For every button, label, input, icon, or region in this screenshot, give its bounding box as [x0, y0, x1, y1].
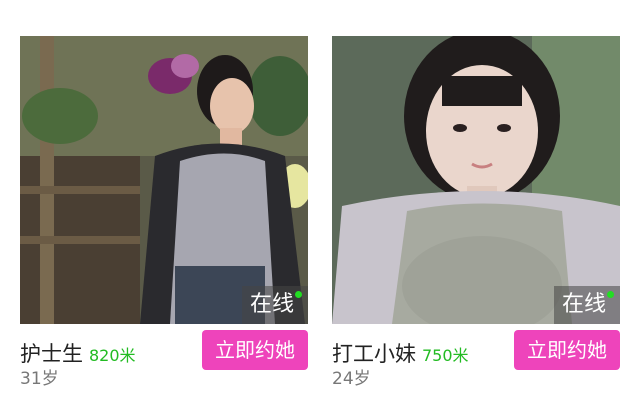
user-photo[interactable]: 在线 — [332, 36, 620, 324]
photo-image — [20, 36, 308, 324]
online-dot-icon — [295, 291, 302, 298]
user-age: 24岁 — [332, 369, 371, 389]
online-status-badge: 在线 — [554, 286, 620, 324]
date-her-button[interactable]: 立即约她 — [202, 330, 308, 370]
online-status-label: 在线 — [250, 292, 295, 317]
user-grid: 在线 护士生 820米 31岁 立即约她 在线 打工小妹 750米 24岁 立即… — [0, 0, 640, 414]
online-status-label: 在线 — [562, 292, 607, 317]
online-status-badge: 在线 — [242, 286, 308, 324]
user-info: 打工小妹 750米 24岁 立即约她 — [332, 324, 620, 389]
photo-image — [332, 36, 620, 324]
user-card[interactable]: 在线 打工小妹 750米 24岁 立即约她 — [332, 36, 620, 389]
user-card[interactable]: 在线 护士生 820米 31岁 立即约她 — [20, 36, 308, 389]
user-name: 护士生 — [20, 342, 83, 366]
user-name: 打工小妹 — [332, 342, 416, 366]
user-photo[interactable]: 在线 — [20, 36, 308, 324]
date-her-button[interactable]: 立即约她 — [514, 330, 620, 370]
online-dot-icon — [607, 291, 614, 298]
user-distance: 750米 — [422, 346, 469, 365]
user-distance: 820米 — [89, 346, 136, 365]
user-info: 护士生 820米 31岁 立即约她 — [20, 324, 308, 389]
user-age: 31岁 — [20, 369, 59, 389]
